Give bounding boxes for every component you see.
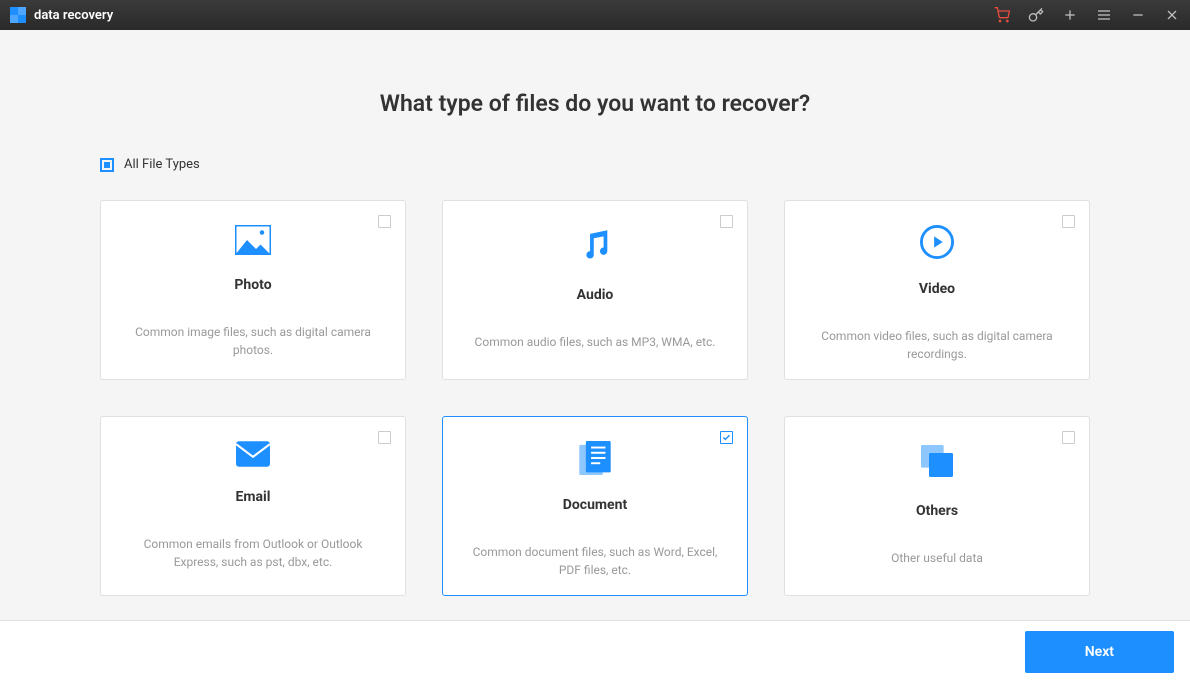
close-icon[interactable] — [1164, 7, 1180, 23]
menu-icon[interactable] — [1096, 7, 1112, 23]
card-desc: Other useful data — [891, 549, 983, 567]
others-icon — [917, 441, 957, 481]
minimize-icon[interactable] — [1130, 7, 1146, 23]
cart-icon[interactable] — [994, 7, 1010, 23]
card-title: Audio — [577, 287, 614, 303]
key-icon[interactable] — [1028, 7, 1044, 23]
all-file-types-checkbox[interactable] — [100, 158, 114, 172]
card-email[interactable]: Email Common emails from Outlook or Outl… — [100, 416, 406, 596]
card-checkbox[interactable] — [378, 215, 391, 228]
photo-icon — [233, 225, 273, 255]
card-title: Video — [919, 281, 955, 297]
card-title: Email — [236, 489, 271, 505]
all-file-types-label: All File Types — [124, 157, 200, 172]
card-checkbox[interactable] — [720, 215, 733, 228]
video-icon — [917, 225, 957, 259]
card-checkbox[interactable] — [1062, 215, 1075, 228]
plus-icon[interactable] — [1062, 7, 1078, 23]
file-type-grid: Photo Common image files, such as digita… — [100, 200, 1090, 596]
page-heading: What type of files do you want to recove… — [100, 90, 1090, 117]
card-photo[interactable]: Photo Common image files, such as digita… — [100, 200, 406, 380]
card-title: Document — [563, 497, 627, 513]
footer: Next — [0, 620, 1190, 682]
document-icon — [575, 441, 615, 475]
main-content: What type of files do you want to recove… — [0, 30, 1190, 596]
card-title: Photo — [234, 277, 271, 293]
card-desc: Common audio files, such as MP3, WMA, et… — [475, 333, 716, 351]
card-desc: Common document files, such as Word, Exc… — [463, 543, 727, 579]
card-desc: Common emails from Outlook or Outlook Ex… — [121, 535, 385, 571]
card-checkbox[interactable] — [720, 431, 733, 444]
card-desc: Common video files, such as digital came… — [805, 327, 1069, 363]
card-others[interactable]: Others Other useful data — [784, 416, 1090, 596]
card-video[interactable]: Video Common video files, such as digita… — [784, 200, 1090, 380]
titlebar-left: data recovery — [10, 7, 113, 23]
next-button[interactable]: Next — [1025, 631, 1174, 673]
card-audio[interactable]: Audio Common audio files, such as MP3, W… — [442, 200, 748, 380]
card-document[interactable]: Document Common document files, such as … — [442, 416, 748, 596]
all-file-types-row[interactable]: All File Types — [100, 157, 1090, 172]
titlebar-right — [994, 7, 1180, 23]
app-logo-icon — [10, 7, 26, 23]
card-checkbox[interactable] — [378, 431, 391, 444]
app-title: data recovery — [34, 8, 113, 23]
email-icon — [233, 441, 273, 467]
titlebar: data recovery — [0, 0, 1190, 30]
card-checkbox[interactable] — [1062, 431, 1075, 444]
card-desc: Common image files, such as digital came… — [121, 323, 385, 359]
audio-icon — [575, 225, 615, 265]
card-title: Others — [916, 503, 958, 519]
checkbox-indeterminate-icon — [104, 162, 110, 168]
